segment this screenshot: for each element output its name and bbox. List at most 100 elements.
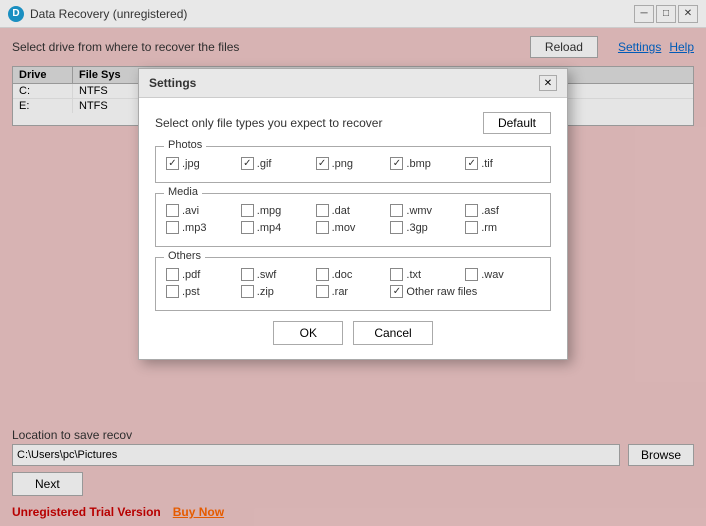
zip-label: .zip <box>257 286 274 298</box>
png-checkbox[interactable] <box>316 157 329 170</box>
cancel-button[interactable]: Cancel <box>353 321 432 345</box>
wav-checkbox-item[interactable]: .wav <box>465 268 540 281</box>
settings-dialog: Settings ✕ Select only file types you ex… <box>138 68 568 360</box>
bmp-checkbox[interactable] <box>390 157 403 170</box>
txt-checkbox-item[interactable]: .txt <box>390 268 465 281</box>
rm-checkbox-item[interactable]: .rm <box>465 221 540 234</box>
rar-label: .rar <box>332 286 349 298</box>
maximize-button[interactable]: □ <box>656 5 676 23</box>
dat-checkbox-item[interactable]: .dat <box>316 204 391 217</box>
others-row-2: .pst .zip .rar Other raw files <box>166 285 540 298</box>
gif-label: .gif <box>257 158 272 170</box>
mpg-label: .mpg <box>257 205 281 217</box>
pdf-checkbox-item[interactable]: .pdf <box>166 268 241 281</box>
pst-checkbox[interactable] <box>166 285 179 298</box>
jpg-checkbox[interactable] <box>166 157 179 170</box>
swf-label: .swf <box>257 269 277 281</box>
asf-label: .asf <box>481 205 499 217</box>
mov-checkbox[interactable] <box>316 221 329 234</box>
photos-group-label: Photos <box>164 139 206 151</box>
asf-checkbox-item[interactable]: .asf <box>465 204 540 217</box>
default-button[interactable]: Default <box>483 112 551 134</box>
mpg-checkbox[interactable] <box>241 204 254 217</box>
ok-button[interactable]: OK <box>273 321 343 345</box>
title-bar-text: Data Recovery (unregistered) <box>30 7 634 21</box>
dialog-title: Settings <box>149 76 539 90</box>
photos-group: Photos .jpg .gif .png <box>155 146 551 183</box>
rm-label: .rm <box>481 222 497 234</box>
zip-checkbox-item[interactable]: .zip <box>241 285 316 298</box>
gif-checkbox[interactable] <box>241 157 254 170</box>
wav-label: .wav <box>481 269 504 281</box>
avi-checkbox[interactable] <box>166 204 179 217</box>
others-group-label: Others <box>164 250 205 262</box>
media-group: Media .avi .mpg .dat <box>155 193 551 247</box>
media-group-label: Media <box>164 186 202 198</box>
bmp-label: .bmp <box>406 158 430 170</box>
doc-checkbox[interactable] <box>316 268 329 281</box>
jpg-checkbox-item[interactable]: .jpg <box>166 157 241 170</box>
app-body: Select drive from where to recover the f… <box>0 28 706 526</box>
pst-checkbox-item[interactable]: .pst <box>166 285 241 298</box>
other-raw-label: Other raw files <box>406 286 477 298</box>
dialog-buttons: OK Cancel <box>155 321 551 345</box>
others-row-1: .pdf .swf .doc .txt <box>166 268 540 281</box>
mp3-checkbox[interactable] <box>166 221 179 234</box>
wmv-label: .wmv <box>406 205 432 217</box>
doc-checkbox-item[interactable]: .doc <box>316 268 391 281</box>
doc-label: .doc <box>332 269 353 281</box>
jpg-label: .jpg <box>182 158 200 170</box>
swf-checkbox[interactable] <box>241 268 254 281</box>
tif-checkbox[interactable] <box>465 157 478 170</box>
dialog-top-row: Select only file types you expect to rec… <box>155 112 551 134</box>
minimize-button[interactable]: ─ <box>634 5 654 23</box>
mp4-checkbox-item[interactable]: .mp4 <box>241 221 316 234</box>
bmp-checkbox-item[interactable]: .bmp <box>390 157 465 170</box>
dialog-instruction: Select only file types you expect to rec… <box>155 116 483 130</box>
dialog-overlay: Settings ✕ Select only file types you ex… <box>0 28 706 526</box>
3gp-checkbox-item[interactable]: .3gp <box>390 221 465 234</box>
dialog-title-bar: Settings ✕ <box>139 69 567 98</box>
txt-label: .txt <box>406 269 421 281</box>
other-raw-checkbox[interactable] <box>390 285 403 298</box>
pdf-checkbox[interactable] <box>166 268 179 281</box>
wav-checkbox[interactable] <box>465 268 478 281</box>
mp4-label: .mp4 <box>257 222 281 234</box>
dialog-body: Select only file types you expect to rec… <box>139 98 567 359</box>
photos-row: .jpg .gif .png .bmp <box>166 157 540 170</box>
others-group: Others .pdf .swf .doc <box>155 257 551 311</box>
media-row-2: .mp3 .mp4 .mov .3gp <box>166 221 540 234</box>
avi-checkbox-item[interactable]: .avi <box>166 204 241 217</box>
rar-checkbox[interactable] <box>316 285 329 298</box>
rm-checkbox[interactable] <box>465 221 478 234</box>
rar-checkbox-item[interactable]: .rar <box>316 285 391 298</box>
gif-checkbox-item[interactable]: .gif <box>241 157 316 170</box>
media-row-1: .avi .mpg .dat .wmv <box>166 204 540 217</box>
mp3-checkbox-item[interactable]: .mp3 <box>166 221 241 234</box>
mp3-label: .mp3 <box>182 222 206 234</box>
mpg-checkbox-item[interactable]: .mpg <box>241 204 316 217</box>
mov-label: .mov <box>332 222 356 234</box>
dat-checkbox[interactable] <box>316 204 329 217</box>
other-raw-checkbox-item[interactable]: Other raw files <box>390 285 540 298</box>
close-button[interactable]: ✕ <box>678 5 698 23</box>
app-icon: D <box>8 6 24 22</box>
dat-label: .dat <box>332 205 350 217</box>
mp4-checkbox[interactable] <box>241 221 254 234</box>
avi-label: .avi <box>182 205 199 217</box>
pdf-label: .pdf <box>182 269 200 281</box>
3gp-checkbox[interactable] <box>390 221 403 234</box>
wmv-checkbox-item[interactable]: .wmv <box>390 204 465 217</box>
png-label: .png <box>332 158 353 170</box>
zip-checkbox[interactable] <box>241 285 254 298</box>
tif-checkbox-item[interactable]: .tif <box>465 157 540 170</box>
mov-checkbox-item[interactable]: .mov <box>316 221 391 234</box>
swf-checkbox-item[interactable]: .swf <box>241 268 316 281</box>
pst-label: .pst <box>182 286 200 298</box>
dialog-close-button[interactable]: ✕ <box>539 75 557 91</box>
asf-checkbox[interactable] <box>465 204 478 217</box>
wmv-checkbox[interactable] <box>390 204 403 217</box>
png-checkbox-item[interactable]: .png <box>316 157 391 170</box>
3gp-label: .3gp <box>406 222 427 234</box>
txt-checkbox[interactable] <box>390 268 403 281</box>
